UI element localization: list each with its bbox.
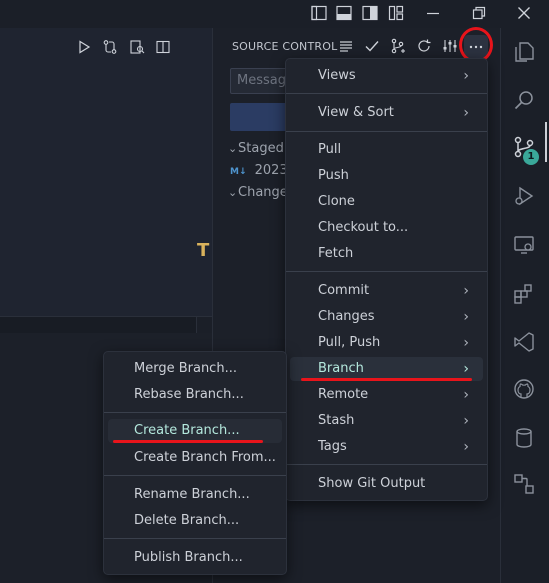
editor-area <box>0 28 212 316</box>
chevron-right-icon: › <box>463 439 469 455</box>
split-editor-icon[interactable] <box>155 39 171 55</box>
refresh-icon[interactable] <box>416 38 432 54</box>
chevron-down-icon: ⌄ <box>228 186 238 199</box>
chevron-right-icon: › <box>463 283 469 299</box>
chevron-right-icon: › <box>463 387 469 403</box>
menu-item-clone[interactable]: Clone <box>290 190 483 214</box>
menu-item-create-branch-from[interactable]: Create Branch From... <box>108 446 282 470</box>
menu-item-pull-push[interactable]: Pull, Push › <box>290 331 483 355</box>
menu-separator <box>104 538 286 539</box>
close-icon[interactable] <box>515 4 533 22</box>
chevron-right-icon: › <box>463 68 469 84</box>
menu-item-rename-branch[interactable]: Rename Branch... <box>108 483 282 507</box>
diagram-icon[interactable] <box>512 472 536 496</box>
menu-item-changes[interactable]: Changes › <box>290 305 483 329</box>
annotation-red-underline <box>301 378 472 381</box>
customize-layout-icon[interactable] <box>387 4 405 22</box>
commit-button[interactable] <box>230 103 290 131</box>
scrollbar-corner <box>196 317 213 333</box>
branch-submenu: Merge Branch... Rebase Branch... Create … <box>103 351 287 575</box>
menu-item-rebase-branch[interactable]: Rebase Branch... <box>108 383 282 407</box>
compare-changes-icon[interactable] <box>102 39 118 55</box>
menu-item-merge-branch[interactable]: Merge Branch... <box>108 357 282 381</box>
editor-glyph: T <box>197 240 210 261</box>
more-actions-menu: Views › View & Sort › Pull Push Clone Ch… <box>285 58 488 501</box>
graph-settings-icon[interactable] <box>442 38 458 54</box>
run-icon[interactable] <box>76 39 92 55</box>
chevron-right-icon: › <box>463 335 469 351</box>
extensions-icon[interactable] <box>512 282 536 306</box>
menu-item-fetch[interactable]: Fetch <box>290 242 483 266</box>
menu-item-stash[interactable]: Stash › <box>290 409 483 433</box>
menu-item-checkout-to[interactable]: Checkout to... <box>290 216 483 240</box>
commit-check-icon[interactable] <box>364 38 380 54</box>
annotation-red-underline <box>113 440 263 443</box>
changes-header[interactable]: ⌄Change <box>228 185 288 200</box>
restore-icon[interactable] <box>470 4 488 22</box>
branch-publish-icon[interactable] <box>390 38 406 54</box>
menu-item-delete-branch[interactable]: Delete Branch... <box>108 509 282 533</box>
toggle-panel-icon[interactable] <box>335 4 353 22</box>
menu-item-tags[interactable]: Tags › <box>290 435 483 459</box>
menu-item-show-git-output[interactable]: Show Git Output <box>290 472 483 496</box>
menu-separator <box>104 475 286 476</box>
menu-item-commit[interactable]: Commit › <box>290 279 483 303</box>
menu-item-pull[interactable]: Pull <box>290 138 483 162</box>
active-indicator <box>545 122 547 162</box>
menu-item-publish-branch[interactable]: Publish Branch... <box>108 546 282 570</box>
explorer-icon[interactable] <box>512 40 536 64</box>
menu-item-remote[interactable]: Remote › <box>290 383 483 407</box>
menu-separator <box>286 93 487 94</box>
view-as-tree-icon[interactable] <box>338 38 354 54</box>
staged-changes-header[interactable]: ⌄Staged <box>228 141 284 156</box>
chevron-down-icon: ⌄ <box>228 142 238 155</box>
source-control-title: SOURCE CONTROL <box>232 40 338 53</box>
menu-item-view-sort[interactable]: View & Sort › <box>290 101 483 125</box>
chevron-right-icon: › <box>463 105 469 121</box>
database-icon[interactable] <box>512 426 536 450</box>
menu-item-views[interactable]: Views › <box>290 64 483 88</box>
search-icon[interactable] <box>512 88 536 112</box>
chevron-right-icon: › <box>463 413 469 429</box>
editor-scrollbar[interactable] <box>0 316 213 333</box>
menu-separator <box>286 464 487 465</box>
menu-separator <box>286 131 487 132</box>
menu-separator <box>104 412 286 413</box>
source-control-badge: 1 <box>523 149 539 165</box>
github-icon[interactable] <box>512 377 536 401</box>
toggle-primary-sidebar-icon[interactable] <box>310 4 328 22</box>
menu-separator <box>286 271 487 272</box>
toggle-secondary-sidebar-icon[interactable] <box>361 4 379 22</box>
title-bar <box>0 0 549 28</box>
menu-item-push[interactable]: Push <box>290 164 483 188</box>
run-debug-icon[interactable] <box>512 184 536 208</box>
remote-explorer-icon[interactable] <box>512 233 536 257</box>
markdown-file-icon: M↓ <box>230 167 247 177</box>
visual-studio-icon[interactable] <box>512 330 536 354</box>
open-preview-icon[interactable] <box>129 39 145 55</box>
minimize-icon[interactable] <box>424 4 442 22</box>
chevron-right-icon: › <box>463 309 469 325</box>
commit-message-input[interactable]: Message <box>230 68 290 94</box>
